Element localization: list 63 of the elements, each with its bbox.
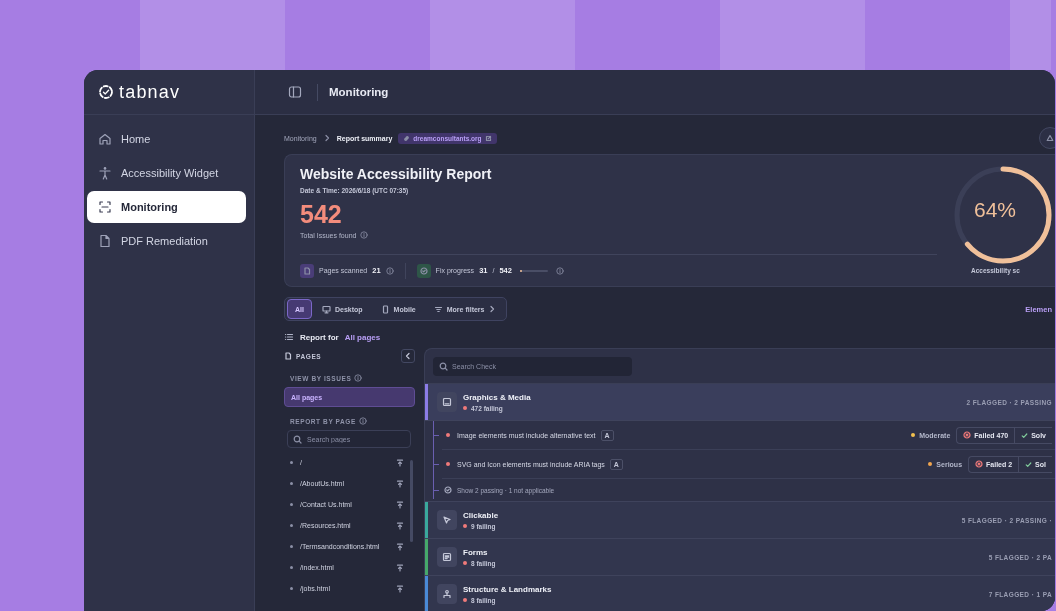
arrow-up-icon bbox=[396, 479, 404, 488]
issue-count: 542 bbox=[300, 202, 343, 227]
category-name: Graphics & Media bbox=[463, 392, 531, 402]
status-dot bbox=[446, 433, 450, 437]
status-dot bbox=[463, 406, 467, 410]
alert-button[interactable] bbox=[1039, 127, 1055, 149]
x-circle-icon bbox=[975, 460, 984, 468]
phone-icon bbox=[380, 304, 390, 314]
link-icon bbox=[403, 134, 411, 142]
arrow-up-icon bbox=[396, 458, 404, 467]
search-icon bbox=[439, 361, 448, 371]
external-link-icon bbox=[484, 134, 492, 142]
chevron-right-icon bbox=[322, 134, 331, 142]
info-icon bbox=[358, 417, 367, 425]
chevron-left-icon bbox=[404, 352, 412, 360]
status-dot bbox=[463, 561, 467, 565]
arrow-up-icon bbox=[396, 584, 404, 593]
x-circle-icon bbox=[963, 431, 972, 439]
form-icon bbox=[442, 552, 452, 562]
report-scope-link[interactable]: All pages bbox=[344, 332, 381, 342]
category-name: Forms bbox=[463, 547, 489, 557]
sidebar-toggle-icon bbox=[288, 85, 302, 99]
brand-name: tabnav bbox=[119, 81, 181, 103]
check-icon bbox=[1021, 431, 1029, 439]
category-name: Structure & Landmarks bbox=[463, 584, 552, 594]
nav-item[interactable]: PDF Remediation bbox=[87, 225, 246, 257]
report-title: Website Accessibility Report bbox=[300, 166, 493, 182]
chevron-right-icon bbox=[488, 305, 497, 313]
score-value: 64% bbox=[974, 198, 1017, 222]
triangle-icon bbox=[1046, 134, 1054, 142]
page-icon bbox=[284, 352, 292, 360]
image-icon bbox=[442, 397, 452, 407]
person-icon bbox=[98, 166, 112, 180]
check-circle-icon bbox=[444, 486, 452, 494]
house-icon bbox=[98, 132, 112, 146]
arrow-up-icon bbox=[396, 521, 404, 530]
person-tree-icon bbox=[442, 589, 452, 599]
status-dot bbox=[463, 598, 467, 602]
search-icon bbox=[293, 435, 302, 444]
arrow-up-icon bbox=[396, 542, 404, 551]
document-icon bbox=[98, 234, 112, 248]
info-icon bbox=[354, 374, 363, 382]
status-dot bbox=[446, 462, 450, 466]
monitor-icon bbox=[321, 304, 331, 314]
arrow-up-icon bbox=[396, 500, 404, 509]
check-icon bbox=[1025, 460, 1033, 468]
collapse-button[interactable] bbox=[401, 349, 415, 363]
status-dot bbox=[463, 524, 467, 528]
info-icon bbox=[360, 231, 369, 239]
cursor-icon bbox=[442, 515, 452, 525]
nav-item[interactable]: Home bbox=[87, 123, 246, 155]
info-icon bbox=[555, 266, 564, 275]
info-icon bbox=[385, 266, 394, 275]
list-icon bbox=[284, 332, 294, 342]
logo-icon bbox=[97, 83, 115, 101]
nav-item[interactable]: Accessibility Widget bbox=[87, 157, 246, 189]
arrow-up-icon bbox=[396, 563, 404, 572]
nav-item[interactable]: Monitoring bbox=[87, 191, 246, 223]
category-name: Clickable bbox=[463, 510, 499, 520]
page-title: Monitoring bbox=[329, 86, 389, 98]
report-for-label: Report for bbox=[300, 332, 339, 342]
scan-icon bbox=[98, 200, 112, 214]
filter-icon bbox=[433, 304, 443, 314]
